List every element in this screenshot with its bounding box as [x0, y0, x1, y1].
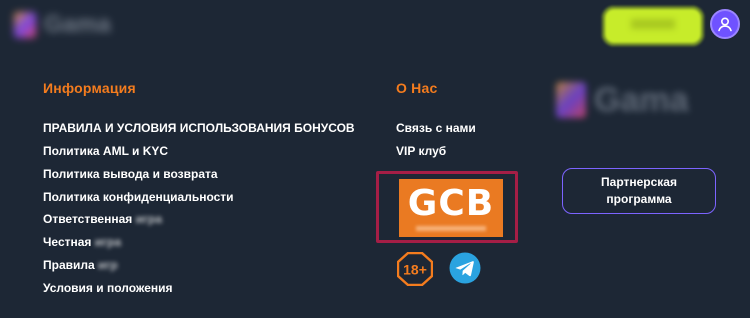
age-restriction-icon: 18+	[397, 252, 433, 286]
link-vip-club[interactable]: VIP клуб	[396, 144, 446, 158]
logo-mark-icon	[14, 12, 36, 38]
link-fair-play[interactable]: Честная игра	[43, 235, 121, 249]
link-bonus-terms[interactable]: ПРАВИЛА И УСЛОВИЯ ИСПОЛЬЗОВАНИЯ БОНУСОВ	[43, 121, 355, 135]
logo-text: Gama	[44, 11, 111, 38]
login-button[interactable]	[602, 6, 704, 46]
link-fair-suffix: игра	[94, 235, 122, 249]
link-responsible-gaming[interactable]: Ответственная игра	[43, 212, 162, 226]
link-aml-kyc[interactable]: Политика AML и KYC	[43, 144, 168, 158]
link-contact-us[interactable]: Связь с нами	[396, 121, 476, 135]
partner-program-label: Партнерская программа	[601, 174, 677, 208]
link-responsible-label: Ответственная	[43, 212, 133, 226]
partner-logo-mark-icon	[556, 82, 586, 118]
partner-program-line1: Партнерская	[601, 175, 677, 189]
link-terms-conditions[interactable]: Условия и положения	[43, 281, 173, 295]
gcb-logo-text: GCB	[407, 182, 495, 224]
user-icon-glyph	[718, 17, 732, 32]
link-game-rules[interactable]: Правила игр	[43, 258, 118, 272]
site-logo[interactable]: Gama	[14, 10, 144, 40]
link-fair-label: Честная	[43, 235, 92, 249]
link-rules-label: Правила	[43, 258, 95, 272]
user-icon[interactable]	[710, 9, 740, 39]
partner-logo: Gama	[556, 80, 716, 120]
gcb-license-badge: GCB	[399, 179, 503, 237]
link-privacy-policy[interactable]: Политика конфиденциальности	[43, 190, 234, 204]
gcb-subtitle	[416, 225, 486, 231]
partner-program-button[interactable]: Партнерская программа	[562, 168, 716, 214]
gcb-license-frame[interactable]: GCB	[376, 171, 518, 243]
partner-program-line2: программа	[606, 192, 672, 206]
link-rules-suffix: игр	[98, 258, 118, 272]
link-withdrawal-policy[interactable]: Политика вывода и возврата	[43, 167, 218, 181]
age-restriction-label: 18+	[403, 262, 427, 278]
link-responsible-suffix: игра	[135, 212, 163, 226]
login-button-label	[631, 19, 675, 29]
partner-logo-text: Gama	[594, 80, 689, 119]
about-heading: О Нас	[396, 80, 438, 96]
info-heading: Информация	[43, 80, 136, 96]
telegram-icon[interactable]	[449, 252, 481, 284]
